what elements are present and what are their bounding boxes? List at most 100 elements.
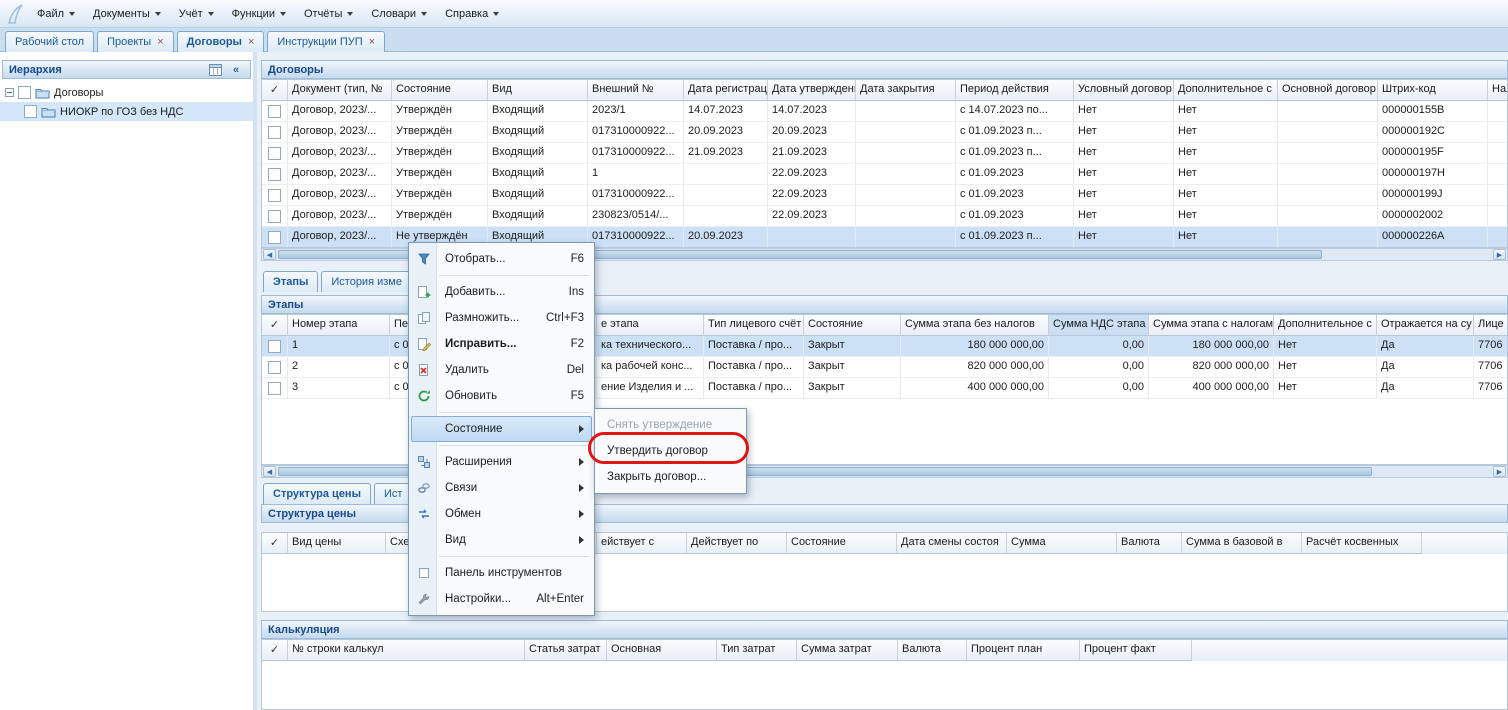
- column-header[interactable]: Сумма этапа без налогов: [901, 315, 1049, 336]
- column-header[interactable]: Дата закрытия: [856, 80, 956, 101]
- row-checkbox[interactable]: [268, 189, 281, 202]
- column-header[interactable]: Дата смены состоя: [897, 533, 1007, 554]
- column-header[interactable]: Период действия: [956, 80, 1074, 101]
- table-row[interactable]: Договор, 2023/...УтверждёнВходящий017310…: [262, 143, 1507, 164]
- tab-item[interactable]: История изме: [321, 271, 412, 292]
- column-header[interactable]: Штрих-код: [1378, 80, 1488, 101]
- column-header[interactable]: Сумма в базовой в: [1182, 533, 1302, 554]
- column-header[interactable]: № строки калькул: [288, 640, 525, 661]
- tree-collapse-icon[interactable]: [5, 88, 14, 97]
- row-checkbox[interactable]: [268, 147, 281, 160]
- scroll-left-arrow[interactable]: ◀: [263, 466, 276, 477]
- column-header[interactable]: Сумма затрат: [797, 640, 898, 661]
- column-header[interactable]: Состояние: [787, 533, 897, 554]
- column-header[interactable]: Вид цены: [288, 533, 386, 554]
- column-header[interactable]: Дата регистрации: [684, 80, 768, 101]
- menu-item-filter[interactable]: Отобрать...F6: [411, 246, 592, 272]
- menu-item-approve[interactable]: Утвердить договор: [597, 438, 744, 464]
- menu-item-settings[interactable]: Настройки...Alt+Enter: [411, 586, 592, 612]
- menu-item-state[interactable]: Состояние: [411, 416, 592, 442]
- menubar-item[interactable]: Отчёты: [295, 3, 362, 25]
- column-header[interactable]: Тип лицевого счёт: [704, 315, 804, 336]
- scroll-right-arrow[interactable]: ▶: [1493, 466, 1506, 477]
- menu-item-view[interactable]: Вид: [411, 527, 592, 553]
- menubar-item[interactable]: Учёт: [170, 3, 223, 25]
- column-header[interactable]: Расчёт косвенных: [1302, 533, 1422, 554]
- column-header[interactable]: Отражается на су: [1377, 315, 1474, 336]
- menubar-item[interactable]: Функции: [223, 3, 295, 25]
- column-header[interactable]: Валюта: [898, 640, 967, 661]
- menu-item-duplicate[interactable]: Размножить...Ctrl+F3: [411, 305, 592, 331]
- column-header[interactable]: Основной договор: [1278, 80, 1378, 101]
- column-header[interactable]: ✓: [262, 80, 288, 101]
- column-header[interactable]: ✓: [262, 533, 288, 554]
- menubar-item[interactable]: Файл: [28, 3, 84, 25]
- column-header[interactable]: ✓: [262, 640, 288, 661]
- close-icon[interactable]: ×: [248, 37, 254, 47]
- menu-item-toolbar[interactable]: Панель инструментов: [411, 560, 592, 586]
- columns-icon[interactable]: [207, 62, 223, 77]
- menu-item-extensions[interactable]: Расширения: [411, 449, 592, 475]
- menu-item-close-contract[interactable]: Закрыть договор...: [597, 464, 744, 490]
- menubar-item[interactable]: Справка: [436, 3, 508, 25]
- column-header[interactable]: Действует по: [687, 533, 787, 554]
- column-header[interactable]: Процент план: [967, 640, 1080, 661]
- column-header[interactable]: Статья затрат: [525, 640, 607, 661]
- tree-checkbox[interactable]: [18, 86, 31, 99]
- menu-item-add[interactable]: Добавить...Ins: [411, 279, 592, 305]
- column-header[interactable]: Условный договор: [1074, 80, 1174, 101]
- row-checkbox[interactable]: [268, 231, 281, 244]
- close-icon[interactable]: ×: [369, 37, 375, 47]
- tab-item[interactable]: Структура цены: [263, 483, 371, 504]
- tab-item[interactable]: Инструкции ПУП×: [267, 31, 385, 52]
- menu-item-refresh[interactable]: ОбновитьF5: [411, 383, 592, 409]
- tab-item[interactable]: Договоры×: [177, 31, 265, 52]
- menu-item-links[interactable]: Связи: [411, 475, 592, 501]
- column-header[interactable]: Сумма этапа с налогами: [1149, 315, 1274, 336]
- tree-checkbox[interactable]: [24, 105, 37, 118]
- column-header[interactable]: Лице: [1474, 315, 1508, 336]
- column-header[interactable]: е этапа: [597, 315, 704, 336]
- column-header[interactable]: Нало: [1488, 80, 1508, 101]
- column-header[interactable]: Тип затрат: [717, 640, 797, 661]
- column-header[interactable]: ✓: [262, 315, 288, 336]
- column-header[interactable]: Документ (тип, №: [288, 80, 392, 101]
- table-row[interactable]: Договор, 2023/...УтверждёнВходящий230823…: [262, 206, 1507, 227]
- menu-item-delete[interactable]: УдалитьDel: [411, 357, 592, 383]
- column-header[interactable]: Номер этапа: [288, 315, 390, 336]
- column-header[interactable]: Валюта: [1117, 533, 1182, 554]
- tree-item-root[interactable]: Договоры: [0, 83, 253, 102]
- menu-item-exchange[interactable]: Обмен: [411, 501, 592, 527]
- tree-item-child[interactable]: НИОКР по ГОЗ без НДС: [0, 102, 253, 121]
- row-checkbox[interactable]: [268, 340, 281, 353]
- tab-item[interactable]: Этапы: [263, 271, 318, 292]
- table-row[interactable]: Договор, 2023/...УтверждёнВходящий2023/1…: [262, 101, 1507, 122]
- row-checkbox[interactable]: [268, 168, 281, 181]
- scroll-left-arrow[interactable]: ◀: [263, 249, 276, 260]
- column-header[interactable]: Дополнительное с: [1174, 80, 1278, 101]
- scroll-right-arrow[interactable]: ▶: [1493, 249, 1506, 260]
- tab-item[interactable]: Проекты×: [97, 31, 174, 52]
- column-header[interactable]: Вид: [488, 80, 588, 101]
- column-header[interactable]: Процент факт: [1080, 640, 1192, 661]
- menubar-item[interactable]: Документы: [84, 3, 170, 25]
- column-header[interactable]: Дата утверждения: [768, 80, 856, 101]
- row-checkbox[interactable]: [268, 126, 281, 139]
- table-row[interactable]: Договор, 2023/...УтверждёнВходящий017310…: [262, 185, 1507, 206]
- menu-item-edit[interactable]: Исправить...F2: [411, 331, 592, 357]
- row-checkbox[interactable]: [268, 361, 281, 374]
- row-checkbox[interactable]: [268, 105, 281, 118]
- column-header[interactable]: Состояние: [804, 315, 901, 336]
- row-checkbox[interactable]: [268, 210, 281, 223]
- row-checkbox[interactable]: [268, 382, 281, 395]
- column-header[interactable]: Сумма НДС этапа: [1049, 315, 1149, 336]
- column-header[interactable]: Сумма: [1007, 533, 1117, 554]
- column-header[interactable]: ействует с: [597, 533, 687, 554]
- column-header[interactable]: Основная: [607, 640, 717, 661]
- close-icon[interactable]: ×: [157, 37, 163, 47]
- table-row[interactable]: Договор, 2023/...УтверждёнВходящий017310…: [262, 122, 1507, 143]
- tab-item[interactable]: Рабочий стол: [5, 31, 94, 52]
- menubar-item[interactable]: Словари: [362, 3, 436, 25]
- table-row[interactable]: Договор, 2023/...УтверждёнВходящий122.09…: [262, 164, 1507, 185]
- collapse-sidebar-button[interactable]: «: [228, 62, 244, 77]
